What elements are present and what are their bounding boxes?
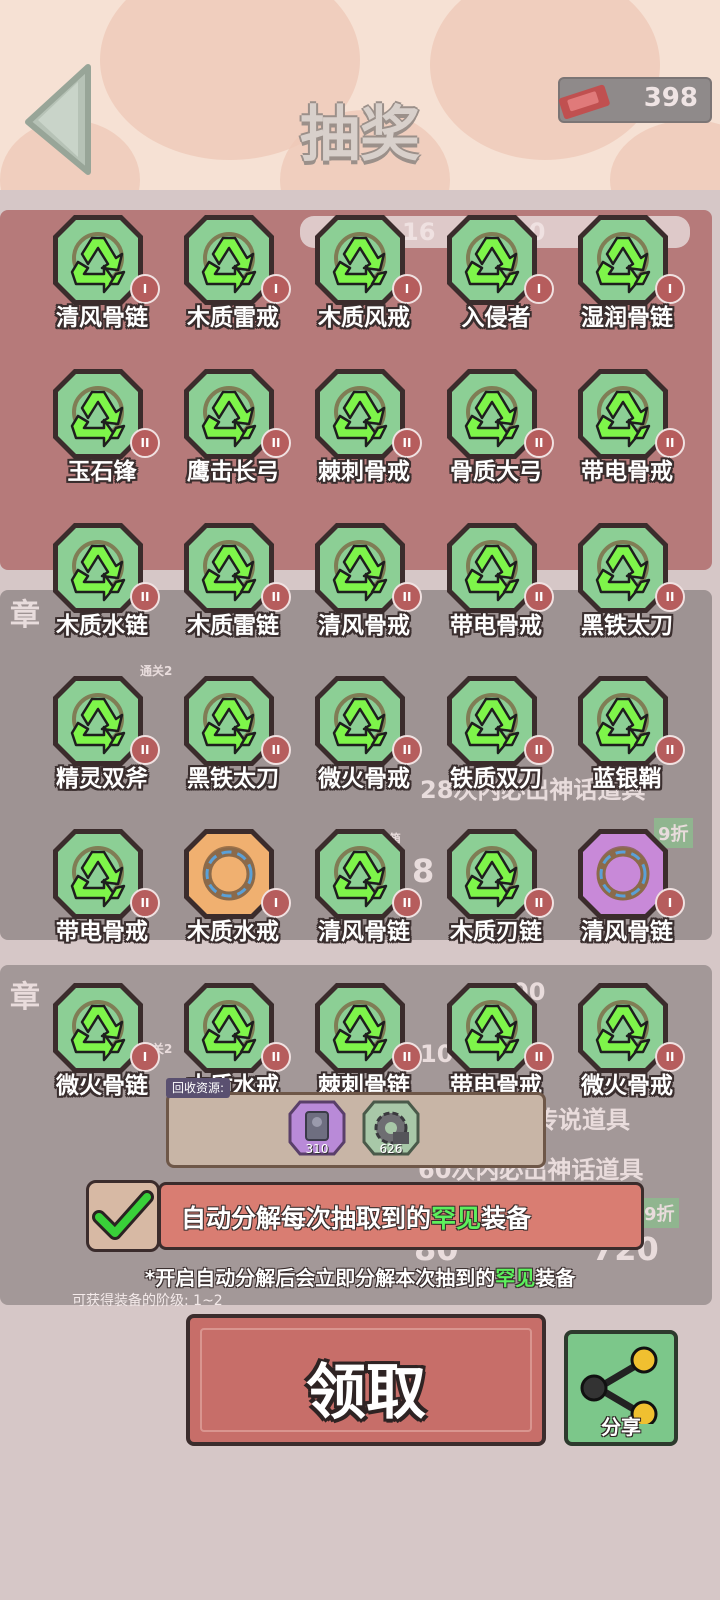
reward-item-name: 带电骨戒: [56, 919, 148, 945]
ticket-icon: [558, 84, 610, 120]
claim-button-label: 领取: [306, 1358, 426, 1428]
reward-item[interactable]: II 木质水链: [36, 516, 168, 666]
reward-item[interactable]: II 鹰击长弓: [167, 362, 299, 512]
auto-decompose-checkbox[interactable]: [86, 1180, 160, 1252]
reward-item-name: 清风骨链: [581, 919, 673, 945]
note-text-after: 装备: [535, 1266, 576, 1290]
claim-button[interactable]: 领取: [186, 1314, 546, 1446]
reward-item[interactable]: II 清风骨链: [298, 822, 430, 972]
recycle-panel: [166, 1092, 546, 1168]
reward-item-name: 微火骨戒: [318, 766, 410, 792]
reward-item-name: 玉石锋: [67, 459, 137, 485]
auto-text-after: 装备: [481, 1204, 532, 1233]
reward-item-name: 铁质双刀: [450, 766, 542, 792]
reward-item-name: 木质雷链: [187, 613, 279, 639]
reward-item[interactable]: I 微火骨链: [36, 976, 168, 1126]
reward-item-name: 微火骨戒: [581, 1073, 673, 1099]
stone-count: 310: [305, 1142, 329, 1156]
reward-item-name: 木质刃链: [450, 919, 542, 945]
reward-item-name: 清风骨链: [56, 305, 148, 331]
reward-item[interactable]: I 木质雷戒: [167, 208, 299, 358]
auto-decompose-bar[interactable]: 自动分解每次抽取到的罕见装备: [158, 1182, 644, 1250]
reward-item[interactable]: II 带电骨戒: [561, 362, 693, 512]
reward-item[interactable]: II 木质刃链: [430, 822, 562, 972]
auto-text-highlight: 罕见: [431, 1204, 482, 1233]
reward-item[interactable]: II 带电骨戒: [36, 822, 168, 972]
reward-item[interactable]: I 湿润骨链: [561, 208, 693, 358]
reward-item[interactable]: II 黑铁太刀: [167, 669, 299, 819]
ticket-counter: 398: [558, 77, 712, 123]
reward-item[interactable]: II 木质雷链: [167, 516, 299, 666]
reward-item[interactable]: II 带电骨戒: [430, 516, 562, 666]
reward-item[interactable]: II 骨质大弓: [430, 362, 562, 512]
reward-item[interactable]: I 清风骨链: [561, 822, 693, 972]
reward-item-name: 黑铁太刀: [581, 613, 673, 639]
reward-item-name: 木质水戒: [187, 919, 279, 945]
reward-item-name: 鹰击长弓: [187, 459, 279, 485]
reward-item-name: 黑铁太刀: [187, 766, 279, 792]
share-button[interactable]: 分享: [564, 1330, 678, 1446]
reward-item[interactable]: II 玉石锋: [36, 362, 168, 512]
reward-item[interactable]: II 棘刺骨戒: [298, 362, 430, 512]
reward-item-name: 清风骨戒: [318, 613, 410, 639]
share-button-label: 分享: [601, 1415, 641, 1439]
note-text-highlight: 罕见: [495, 1266, 536, 1290]
reward-item-name: 微火骨链: [56, 1073, 148, 1099]
reward-item-name: 精灵双斧: [56, 766, 148, 792]
reward-item[interactable]: I 木质水戒: [167, 822, 299, 972]
reward-item-name: 木质水链: [56, 613, 148, 639]
reward-item[interactable]: I 清风骨链: [36, 208, 168, 358]
reward-item-name: 蓝银鞘: [592, 766, 662, 792]
reward-item[interactable]: II 铁质双刀: [430, 669, 562, 819]
ticket-count: 398: [643, 83, 698, 113]
auto-decompose-note: *开启自动分解后会立即分解本次抽到的罕见装备: [0, 1262, 720, 1291]
auto-text-before: 自动分解每次抽取到的: [181, 1204, 432, 1233]
reward-item-name: 清风骨链: [318, 919, 410, 945]
reward-item[interactable]: I 入侵者: [430, 208, 562, 358]
gear-count: 626: [379, 1142, 403, 1156]
reward-item-name: 湿润骨链: [581, 305, 673, 331]
reward-item[interactable]: II 微火骨戒: [561, 976, 693, 1126]
reward-item-name: 木质风戒: [318, 305, 410, 331]
reward-item[interactable]: I 木质风戒: [298, 208, 430, 358]
reward-item[interactable]: II 精灵双斧: [36, 669, 168, 819]
top-bar: 抽奖 398: [0, 0, 720, 190]
reward-item-name: 骨质大弓: [450, 459, 542, 485]
recycle-label: 回收资源:: [166, 1078, 231, 1098]
reward-item[interactable]: II 清风骨戒: [298, 516, 430, 666]
note-text-before: *开启自动分解后会立即分解本次抽到的: [144, 1266, 496, 1290]
stage-range-text: 可获得装备的阶级: 1~2: [72, 1293, 223, 1309]
auto-decompose-label: 自动分解每次抽取到的罕见装备: [181, 1199, 531, 1235]
reward-item[interactable]: II 蓝银鞘: [561, 669, 693, 819]
reward-item-name: 带电骨戒: [581, 459, 673, 485]
reward-item[interactable]: II 微火骨戒: [298, 669, 430, 819]
reward-item-name: 带电骨戒: [450, 613, 542, 639]
checkmark-icon: [92, 1190, 154, 1240]
reward-item-name: 棘刺骨戒: [318, 459, 410, 485]
bg-discount-2: 9折: [640, 1198, 679, 1228]
reward-item[interactable]: II 黑铁太刀: [561, 516, 693, 666]
reward-item-name: 木质雷戒: [187, 305, 279, 331]
reward-item-name: 入侵者: [461, 305, 531, 331]
